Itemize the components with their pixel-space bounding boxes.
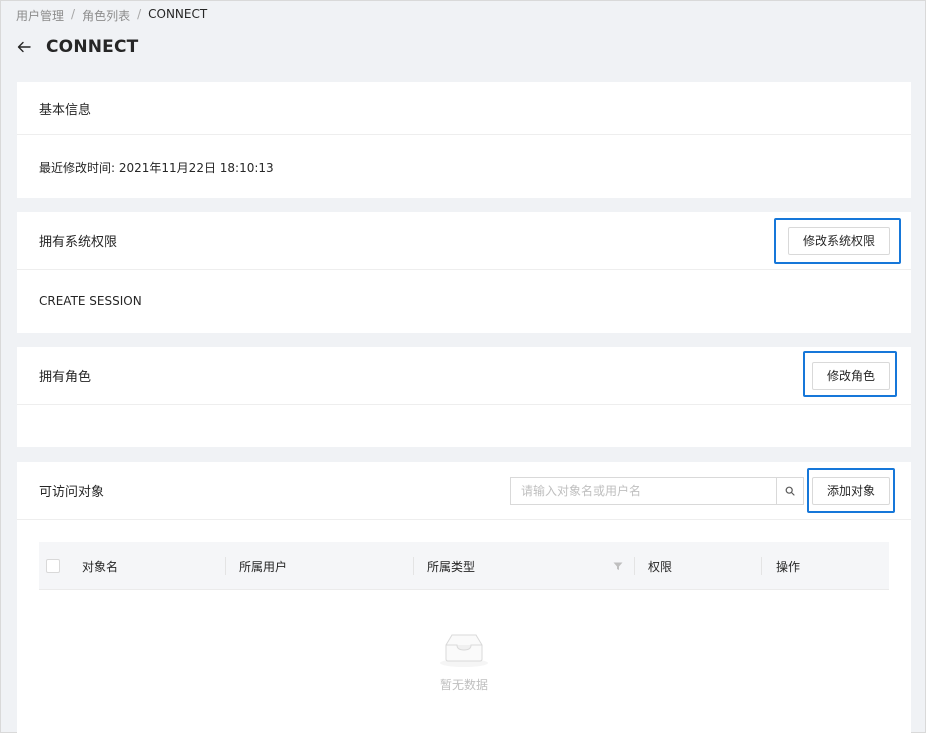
select-all-cell xyxy=(46,542,60,590)
type-filter-button[interactable] xyxy=(613,542,623,590)
object-search xyxy=(509,476,804,505)
column-actions: 操作 xyxy=(776,559,801,574)
search-button[interactable] xyxy=(775,476,804,505)
back-arrow-icon[interactable] xyxy=(16,39,32,55)
page-header: CONNECT xyxy=(16,37,138,57)
object-search-input[interactable] xyxy=(509,476,776,505)
basic-info-body: 最近修改时间: 2021年11月22日 18:10:13 xyxy=(17,135,911,176)
column-permission[interactable]: 权限 xyxy=(648,542,672,590)
highlight-box xyxy=(807,468,895,513)
accessible-objects-header: 可访问对象 添加对象 xyxy=(17,462,911,520)
system-privileges-list: CREATE SESSION xyxy=(17,270,911,308)
page-title: CONNECT xyxy=(46,37,139,57)
column-divider xyxy=(761,557,762,575)
roles-header: 拥有角色 修改角色 xyxy=(17,347,911,405)
system-privilege-item: CREATE SESSION xyxy=(39,294,142,308)
objects-table: 对象名 所属用户 所属类型 权限 操作 暂无数据 xyxy=(39,542,889,692)
modified-time-label: 最近修改时间: xyxy=(39,161,116,175)
highlight-box xyxy=(803,351,897,397)
column-object-type[interactable]: 所属类型 xyxy=(427,542,475,590)
column-divider xyxy=(225,557,226,575)
column-divider xyxy=(634,557,635,575)
column-divider xyxy=(413,557,414,575)
breadcrumb: 用户管理 / 角色列表 / CONNECT xyxy=(16,7,207,24)
breadcrumb-separator: / xyxy=(137,7,142,21)
accessible-objects-title: 可访问对象 xyxy=(39,485,105,500)
empty-text: 暂无数据 xyxy=(439,678,488,692)
breadcrumb-separator: / xyxy=(71,7,76,21)
empty-state: 暂无数据 xyxy=(39,632,889,693)
modified-time-value: 2021年11月22日 18:10:13 xyxy=(118,161,274,175)
highlight-box xyxy=(774,218,901,264)
breadcrumb-user-management[interactable]: 用户管理 xyxy=(16,7,64,24)
basic-info-title: 基本信息 xyxy=(39,102,92,118)
basic-info-header: 基本信息 xyxy=(17,82,911,135)
roles-card: 拥有角色 修改角色 xyxy=(17,347,911,447)
empty-inbox-icon xyxy=(440,634,488,667)
column-object-name[interactable]: 对象名 xyxy=(82,542,118,590)
select-all-checkbox[interactable] xyxy=(46,559,60,573)
filter-icon xyxy=(613,562,623,570)
table-header: 对象名 所属用户 所属类型 权限 操作 xyxy=(39,542,889,590)
system-privileges-title: 拥有系统权限 xyxy=(39,235,118,250)
search-icon xyxy=(785,486,795,496)
breadcrumb-role-list[interactable]: 角色列表 xyxy=(82,7,130,24)
column-owner[interactable]: 所属用户 xyxy=(239,542,287,590)
breadcrumb-current: CONNECT xyxy=(148,7,208,21)
basic-info-card: 基本信息 最近修改时间: 2021年11月22日 18:10:13 xyxy=(17,82,911,198)
accessible-objects-card: 可访问对象 添加对象 对象名 所属用户 所属类型 权限 xyxy=(17,462,911,733)
roles-title: 拥有角色 xyxy=(39,370,92,385)
